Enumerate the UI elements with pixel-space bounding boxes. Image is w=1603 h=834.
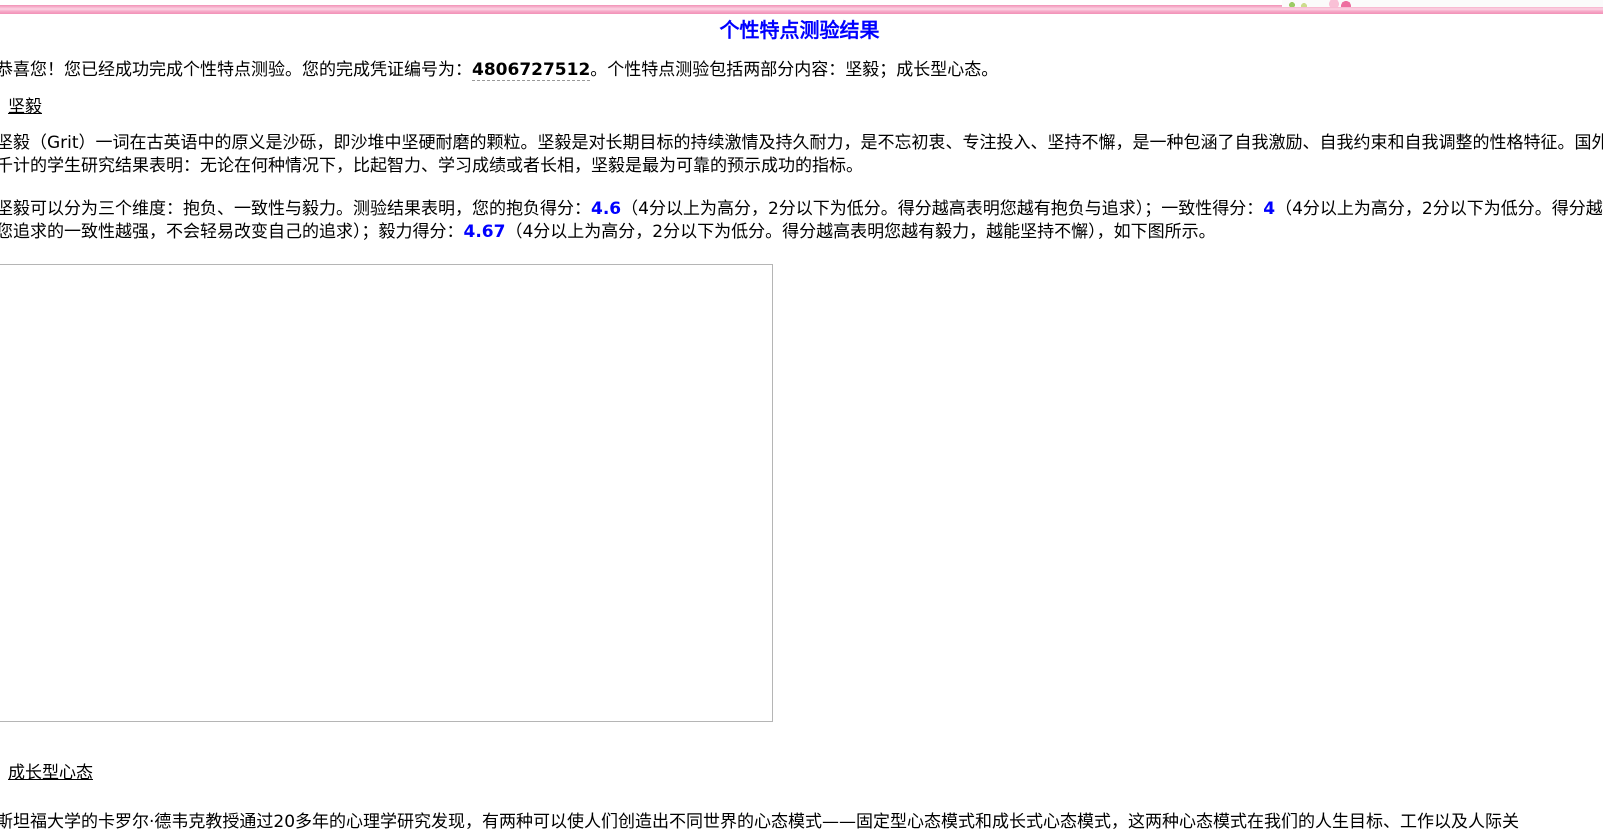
results-page-content: 个性特点测验结果 恭喜您！您已经成功完成个性特点测验。您的完成凭证编号为：480… <box>0 18 1603 834</box>
consistency-score-value: 4 <box>1263 199 1276 219</box>
grit-description: 坚毅（Grit）一词在古英语中的原义是沙砾，即沙堆中坚硬耐磨的颗粒。坚毅是对长期… <box>0 133 1603 176</box>
intro-text-before: 恭喜您！您已经成功完成个性特点测验。您的完成凭证编号为： <box>0 60 472 80</box>
scores-text-2: （4分以上为高分，2分以下为低分。得分越高表明您越有抱负与追求）；一致性得分： <box>621 199 1264 219</box>
flower-icon <box>1312 0 1357 7</box>
ribbon-curve-graphic <box>1422 0 1603 7</box>
growth-mindset-heading: 成长型心态 <box>8 763 93 783</box>
ambition-score-value: 4.6 <box>591 199 622 219</box>
intro-paragraph: 恭喜您！您已经成功完成个性特点测验。您的完成凭证编号为：4806727512。个… <box>0 59 1603 82</box>
scores-text-4: （4分以上为高分，2分以下为低分。得分越高表明您越有毅力，越能坚持不懈），如下图… <box>505 222 1216 242</box>
perseverance-score-value: 4.67 <box>463 222 506 242</box>
grit-section-heading: 坚毅 <box>8 97 42 117</box>
grit-chart-box <box>0 264 773 722</box>
growth-mindset-section: 成长型心态 <box>0 762 1603 785</box>
grit-scores-paragraph: 坚毅可以分为三个维度：抱负、一致性与毅力。测验结果表明，您的抱负得分：4.6（4… <box>0 198 1603 244</box>
floral-decoration-image <box>1282 0 1603 7</box>
page-title: 个性特点测验结果 <box>719 18 880 42</box>
top-banner <box>0 0 1603 14</box>
intro-text-after: 。个性特点测验包括两部分内容：坚毅；成长型心态。 <box>590 60 999 80</box>
grit-section: 坚毅 <box>0 96 1603 119</box>
growth-mindset-description: 斯坦福大学的卡罗尔·德韦克教授通过20多年的心理学研究发现，有两种可以使人们创造… <box>0 812 1520 832</box>
title-row: 个性特点测验结果 <box>0 18 1603 44</box>
leaf-icon <box>1282 0 1316 7</box>
certificate-number: 4806727512 <box>472 60 591 81</box>
scores-text-1: 坚毅可以分为三个维度：抱负、一致性与毅力。测验结果表明，您的抱负得分： <box>0 199 591 219</box>
